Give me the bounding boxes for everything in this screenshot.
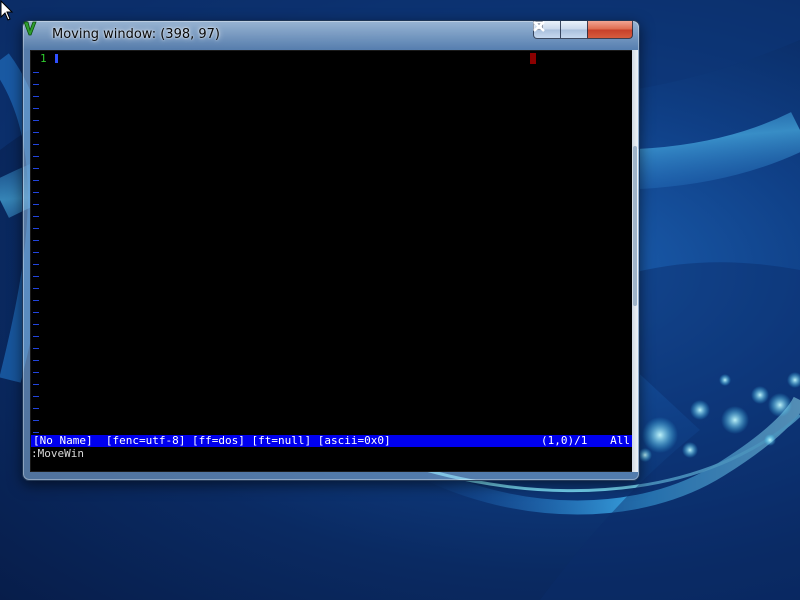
status-cursor-position: (1,0)/1 [541, 434, 588, 447]
vim-window[interactable]: Moving window: (398, 97) 1 [No Name] [fe… [22, 20, 640, 481]
text-cursor [55, 54, 58, 63]
desktop-wallpaper: Moving window: (398, 97) 1 [No Name] [fe… [0, 0, 800, 600]
close-button[interactable] [533, 21, 633, 39]
status-file-info: [No Name] [fenc=utf-8] [ff=dos] [ft=null… [33, 434, 391, 447]
status-scroll-indicator: All [610, 434, 630, 447]
vim-editor[interactable]: 1 [No Name] [fenc=utf-8] [ff=dos] [ft=nu… [30, 50, 633, 472]
error-marker [530, 53, 536, 64]
close-icon [533, 21, 545, 32]
maximize-button[interactable] [533, 21, 587, 39]
vim-icon [23, 21, 37, 36]
scrollbar-thumb[interactable] [633, 146, 637, 306]
window-title: Moving window: (398, 97) [52, 27, 220, 42]
vertical-scrollbar[interactable] [632, 50, 638, 472]
mouse-pointer-icon [0, 0, 14, 21]
line-number: 1 [40, 52, 47, 65]
caption-buttons [533, 21, 633, 41]
title-bar[interactable]: Moving window: (398, 97) [23, 21, 639, 50]
empty-line-markers [33, 66, 41, 438]
command-line[interactable]: :MoveWin [31, 448, 84, 460]
status-line: [No Name] [fenc=utf-8] [ff=dos] [ft=null… [31, 435, 632, 447]
